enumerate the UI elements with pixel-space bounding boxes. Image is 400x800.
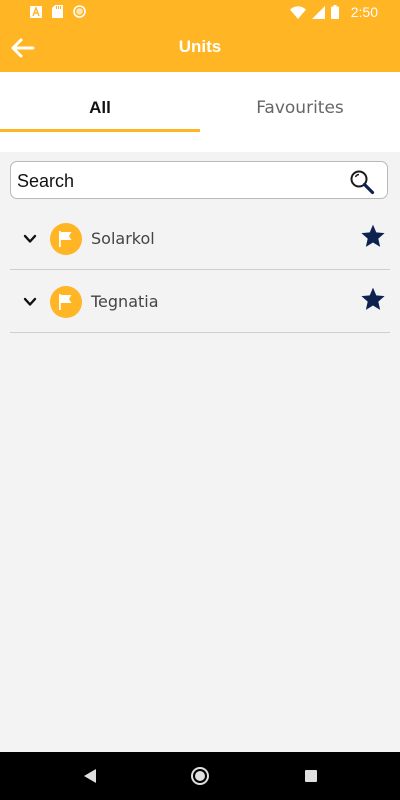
battery-icon bbox=[330, 5, 339, 19]
tab-favourites[interactable]: Favourites bbox=[200, 72, 400, 152]
star-icon[interactable] bbox=[360, 223, 386, 249]
search-icon[interactable] bbox=[349, 169, 375, 195]
flag-icon bbox=[59, 294, 72, 310]
back-triangle-icon bbox=[84, 769, 96, 783]
unit-badge bbox=[50, 286, 82, 318]
app-bar: Units bbox=[0, 24, 400, 72]
unit-row[interactable]: Solarkol bbox=[10, 207, 390, 270]
flag-icon bbox=[59, 231, 72, 247]
status-icons-left bbox=[30, 5, 86, 18]
tab-all[interactable]: All bbox=[0, 72, 200, 152]
chevron-down-icon[interactable] bbox=[22, 294, 38, 310]
status-icons-right: 2:50 bbox=[289, 4, 378, 20]
tab-bar: All Favourites bbox=[0, 72, 400, 152]
unit-row[interactable]: Tegnatia bbox=[10, 270, 390, 333]
wifi-icon bbox=[289, 5, 306, 19]
status-bar: 2:50 bbox=[0, 0, 400, 24]
status-time: 2:50 bbox=[350, 4, 378, 20]
recents-square-icon bbox=[305, 770, 317, 782]
page-title: Units bbox=[178, 37, 222, 56]
star-icon[interactable] bbox=[360, 286, 386, 312]
nav-back-button[interactable] bbox=[80, 766, 100, 786]
tab-all-label: All bbox=[89, 98, 111, 117]
sd-card-icon bbox=[52, 5, 63, 18]
unit-name: Tegnatia bbox=[91, 292, 159, 311]
nav-home-button[interactable] bbox=[190, 766, 210, 786]
unit-badge bbox=[50, 223, 82, 255]
search-box bbox=[10, 161, 388, 199]
chevron-down-icon[interactable] bbox=[22, 231, 38, 247]
search-input[interactable] bbox=[15, 167, 339, 195]
notification-a-icon bbox=[30, 5, 42, 18]
signal-icon bbox=[311, 5, 325, 19]
home-circle-icon bbox=[191, 767, 209, 785]
tab-selected-indicator bbox=[0, 129, 200, 132]
tab-favourites-label: Favourites bbox=[256, 98, 344, 118]
circle-icon bbox=[73, 5, 86, 18]
nav-recents-button[interactable] bbox=[301, 766, 321, 786]
navigation-bar bbox=[0, 752, 400, 800]
unit-name: Solarkol bbox=[91, 229, 155, 248]
